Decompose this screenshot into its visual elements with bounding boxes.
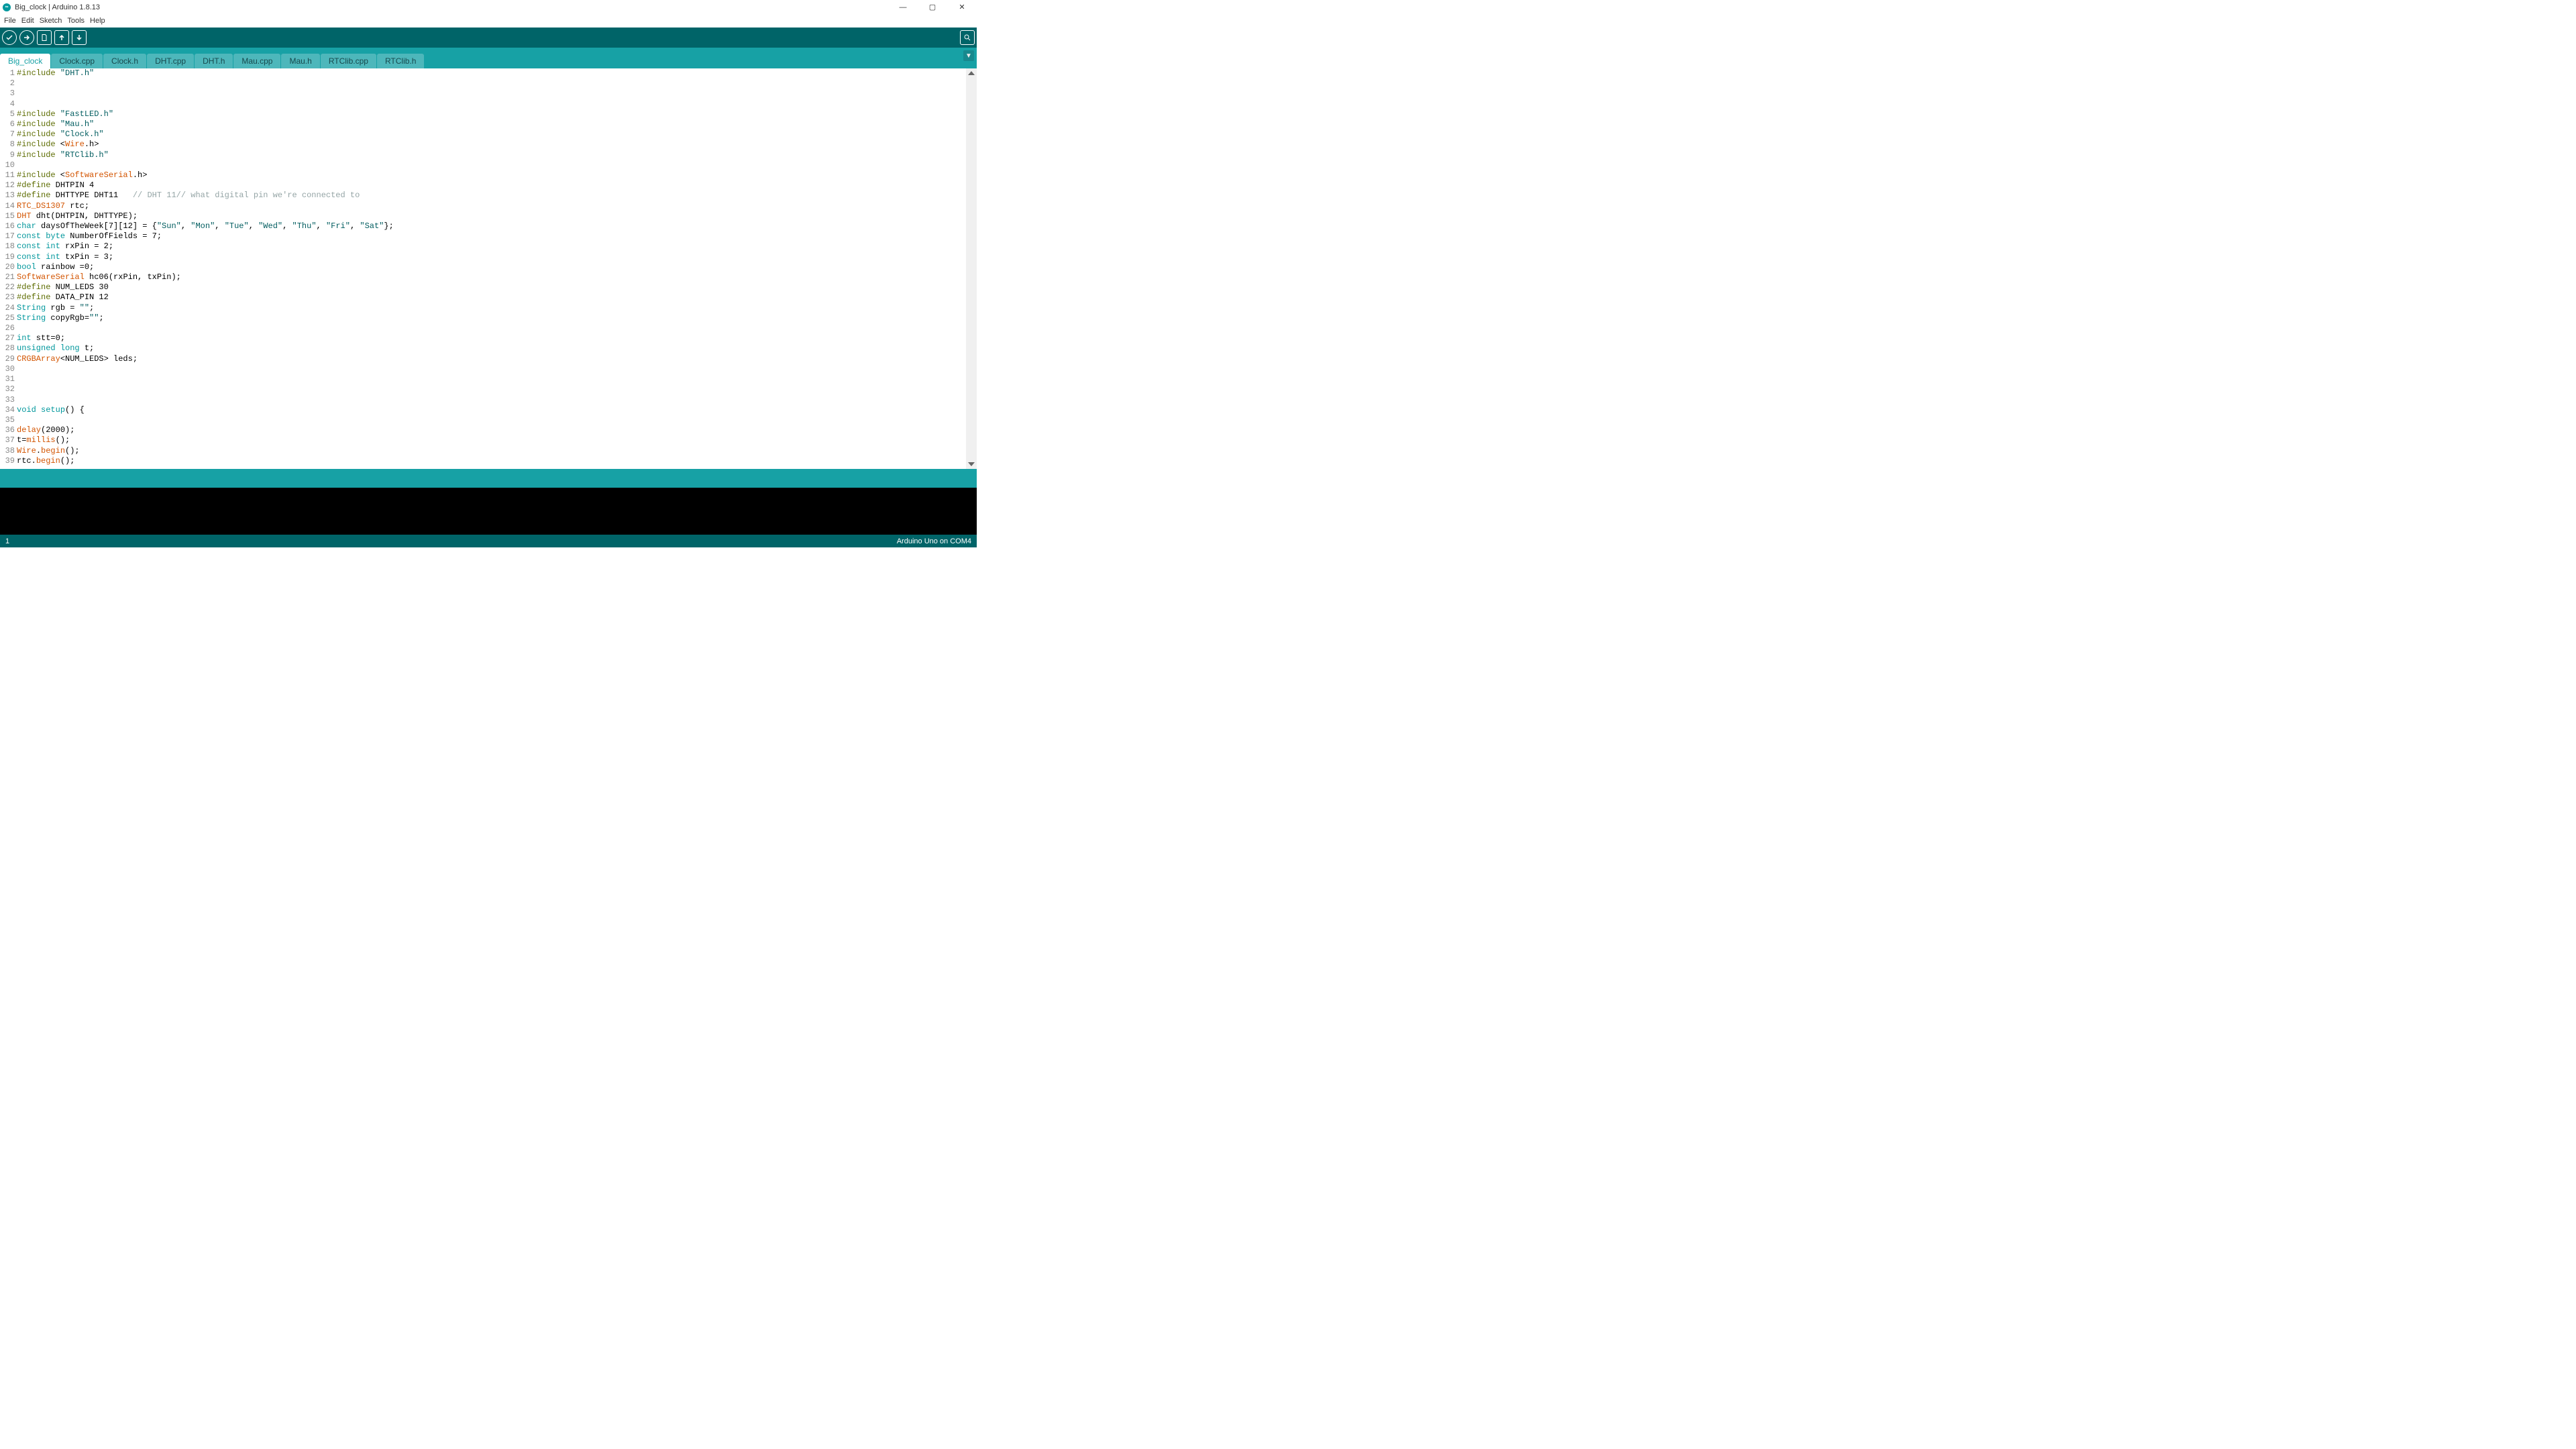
new-button[interactable]: [37, 30, 52, 45]
arrow-up-icon: [58, 34, 66, 42]
arrow-right-icon: [23, 34, 31, 42]
maximize-button[interactable]: ▢: [918, 0, 947, 14]
vertical-scrollbar[interactable]: [966, 68, 977, 469]
verify-button[interactable]: [2, 30, 17, 45]
tab-mau-cpp[interactable]: Mau.cpp: [233, 54, 280, 68]
status-board-port: Arduino Uno on COM4: [897, 537, 971, 545]
tab-bar: Big_clock Clock.cpp Clock.h DHT.cpp DHT.…: [0, 48, 977, 68]
menu-tools[interactable]: Tools: [64, 15, 87, 26]
status-bar: 1 Arduino Uno on COM4: [0, 535, 977, 547]
app-icon: ∞: [3, 3, 11, 11]
menubar: File Edit Sketch Tools Help: [0, 14, 977, 28]
serial-monitor-button[interactable]: [960, 30, 975, 45]
code-editor[interactable]: 1234567891011121314151617181920212223242…: [0, 68, 977, 469]
tab-big-clock[interactable]: Big_clock: [0, 54, 50, 68]
open-button[interactable]: [54, 30, 69, 45]
tab-rtclib-h[interactable]: RTClib.h: [377, 54, 424, 68]
console-output[interactable]: [0, 488, 977, 535]
upload-button[interactable]: [19, 30, 34, 45]
tab-menu-button[interactable]: ▼: [963, 50, 974, 61]
status-line-number: 1: [5, 537, 9, 545]
toolbar: [0, 28, 977, 48]
close-button[interactable]: ✕: [947, 0, 977, 14]
tab-clock-h[interactable]: Clock.h: [103, 54, 146, 68]
window-title: Big_clock | Arduino 1.8.13: [15, 3, 100, 11]
menu-sketch[interactable]: Sketch: [37, 15, 65, 26]
window-titlebar: ∞ Big_clock | Arduino 1.8.13 — ▢ ✕: [0, 0, 977, 14]
magnifier-icon: [963, 34, 971, 42]
tab-dht-h[interactable]: DHT.h: [195, 54, 233, 68]
tab-mau-h[interactable]: Mau.h: [281, 54, 319, 68]
menu-help[interactable]: Help: [87, 15, 108, 26]
check-icon: [5, 34, 13, 42]
save-button[interactable]: [72, 30, 87, 45]
tab-clock-cpp[interactable]: Clock.cpp: [51, 54, 103, 68]
code-area[interactable]: #include "DHT.h" #include "FastLED.h"#in…: [17, 68, 966, 469]
menu-file[interactable]: File: [1, 15, 19, 26]
tab-dht-cpp[interactable]: DHT.cpp: [147, 54, 194, 68]
menu-edit[interactable]: Edit: [19, 15, 37, 26]
arrow-down-icon: [75, 34, 83, 42]
window-controls: — ▢ ✕: [888, 0, 977, 14]
line-gutter: 1234567891011121314151617181920212223242…: [0, 68, 17, 469]
file-icon: [40, 34, 48, 42]
message-bar: [0, 469, 977, 488]
minimize-button[interactable]: —: [888, 0, 918, 14]
tab-rtclib-cpp[interactable]: RTClib.cpp: [321, 54, 376, 68]
